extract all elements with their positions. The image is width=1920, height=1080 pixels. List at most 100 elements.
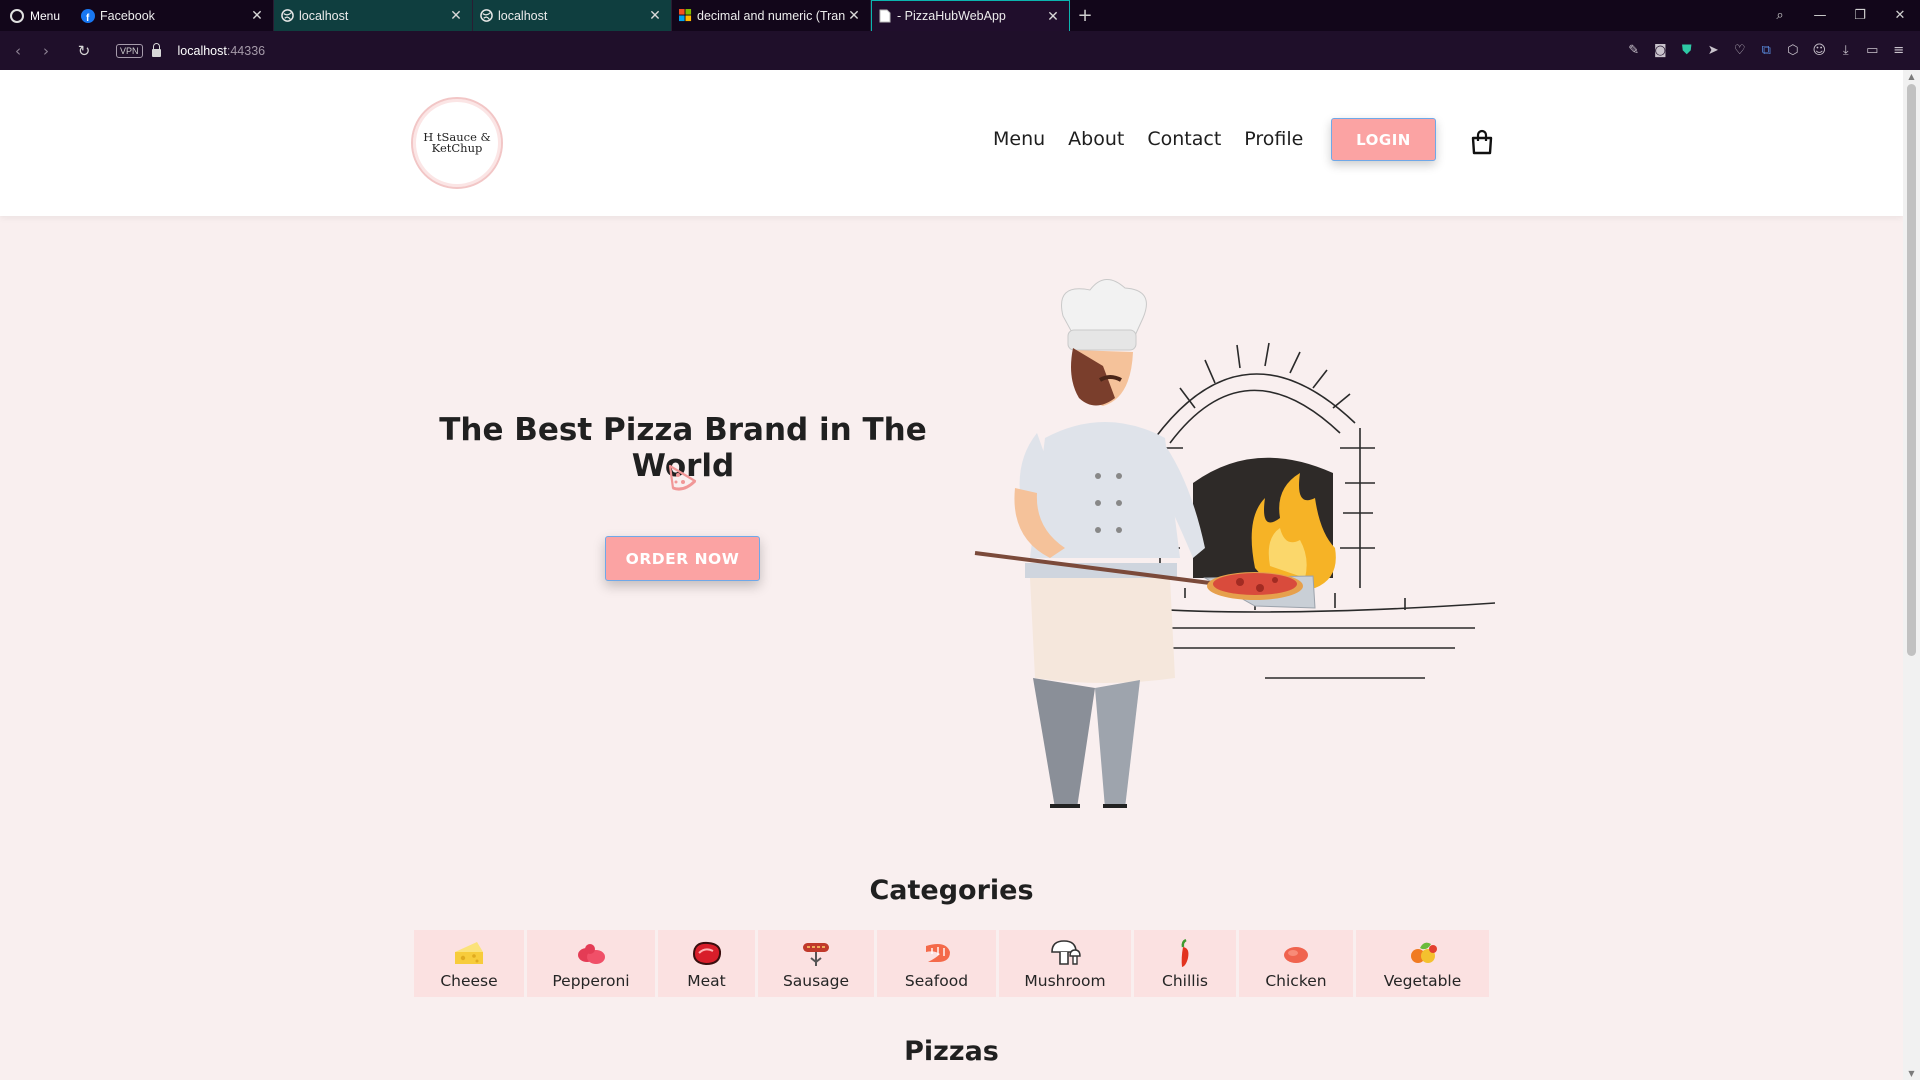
category-chicken[interactable]: Chicken [1239, 930, 1353, 997]
shopping-bag-icon[interactable] [1469, 129, 1495, 155]
opera-logo-icon [10, 8, 24, 23]
category-label: Sausage [782, 972, 850, 990]
category-label: Vegetable [1383, 972, 1462, 990]
battery-icon[interactable]: ▭ [1859, 43, 1886, 58]
tab-localhost-2[interactable]: localhost ✕ [473, 0, 672, 31]
main-nav: Menu About Contact Profile [993, 128, 1303, 150]
globe-icon [280, 9, 294, 23]
site-header: H tSauce & KetChup Menu About Contact Pr… [0, 70, 1903, 216]
chef-oven-illustration [955, 248, 1496, 808]
page-scrollbar[interactable]: ▲ ▼ [1903, 70, 1920, 1080]
new-tab-button[interactable]: + [1070, 0, 1100, 31]
meat-icon [692, 941, 721, 966]
restore-icon[interactable]: ❐ [1840, 8, 1880, 23]
translate-icon[interactable]: ⧉ [1753, 43, 1780, 58]
close-icon[interactable]: ✕ [1045, 8, 1061, 25]
categories-title: Categories [869, 875, 1034, 906]
nav-profile[interactable]: Profile [1244, 128, 1303, 150]
nav-contact[interactable]: Contact [1147, 128, 1221, 150]
cheese-icon [455, 942, 483, 964]
minimize-icon[interactable]: — [1800, 8, 1840, 23]
order-now-button[interactable]: ORDER NOW [605, 536, 760, 581]
category-seafood[interactable]: Seafood [877, 930, 996, 997]
category-vegetable[interactable]: Vegetable [1356, 930, 1489, 997]
document-icon [878, 9, 892, 23]
edit-icon[interactable]: ✎ [1621, 43, 1648, 58]
browser-toolbar-icons: ✎ ◙ ⛊ ➤ ♡ ⧉ ⬡ ☺ ⤓ ▭ ≡ [1621, 31, 1913, 70]
url-host: localhost [177, 43, 227, 58]
site-logo[interactable]: H tSauce & KetChup [411, 97, 503, 189]
category-label: Cheese [440, 972, 498, 990]
shield-icon[interactable]: ⛊ [1674, 43, 1701, 58]
category-list: Cheese Pepperoni Meat Sausage Seafood Mu… [414, 930, 1489, 997]
url-port: :44336 [226, 43, 266, 58]
category-label: Mushroom [1024, 972, 1106, 990]
tab-facebook[interactable]: f Facebook ✕ [75, 0, 274, 31]
category-cheese[interactable]: Cheese [414, 930, 524, 997]
download-icon[interactable]: ⤓ [1833, 43, 1860, 58]
tab-title: Facebook [100, 8, 155, 23]
lock-icon[interactable] [151, 42, 161, 57]
logo-text: H tSauce & KetChup [422, 131, 492, 155]
cube-icon[interactable]: ⬡ [1780, 43, 1807, 58]
category-label: Meat [687, 972, 726, 990]
camera-icon[interactable]: ◙ [1647, 43, 1674, 58]
login-button[interactable]: LOGIN [1331, 118, 1436, 161]
page-viewport: H tSauce & KetChup Menu About Contact Pr… [0, 70, 1903, 1080]
category-label: Chillis [1162, 972, 1208, 990]
shrimp-icon [925, 944, 950, 962]
reload-icon[interactable]: ↻ [70, 42, 98, 60]
category-chillis[interactable]: Chillis [1134, 930, 1236, 997]
nav-menu[interactable]: Menu [993, 128, 1045, 150]
close-icon[interactable]: ✕ [448, 7, 464, 24]
logo-text-line2: KetChup [431, 141, 483, 155]
browser-menu-label: Menu [30, 8, 61, 23]
window-controls: ⌕ — ❐ ✕ [1760, 0, 1920, 31]
facebook-icon: f [81, 8, 95, 23]
tab-title: localhost [299, 8, 349, 23]
account-icon[interactable]: ☺ [1806, 43, 1833, 58]
close-window-icon[interactable]: ✕ [1880, 8, 1920, 23]
close-icon[interactable]: ✕ [647, 7, 663, 24]
address-bar: ‹ › ↻ VPN localhost:44336 ✎ ◙ ⛊ ➤ ♡ ⧉ ⬡ … [0, 31, 1920, 70]
chicken-icon [1284, 947, 1308, 963]
mushroom-icon [1051, 940, 1081, 965]
chilli-icon [1181, 938, 1189, 967]
scroll-down-icon[interactable]: ▼ [1903, 1069, 1920, 1078]
vpn-badge[interactable]: VPN [116, 43, 143, 58]
sausage-icon [803, 943, 829, 966]
pepperoni-icon [578, 944, 605, 964]
browser-menu-button[interactable]: Menu [0, 0, 75, 31]
tab-title: localhost [498, 8, 548, 23]
category-mushroom[interactable]: Mushroom [999, 930, 1131, 997]
microsoft-icon [678, 9, 692, 23]
category-sausage[interactable]: Sausage [758, 930, 874, 997]
heart-icon[interactable]: ♡ [1727, 43, 1754, 58]
vegetable-icon [1410, 942, 1437, 963]
forward-icon[interactable]: › [32, 42, 60, 60]
sidebar-menu-icon[interactable]: ≡ [1886, 43, 1913, 58]
tab-title: - PizzaHubWebApp [897, 9, 1006, 23]
nav-about[interactable]: About [1068, 128, 1124, 150]
pizzas-title: Pizzas [904, 1036, 999, 1067]
tab-localhost-1[interactable]: localhost ✕ [274, 0, 473, 31]
category-meat[interactable]: Meat [658, 930, 755, 997]
tab-pizzahub[interactable]: - PizzaHubWebApp ✕ [871, 0, 1070, 31]
category-label: Chicken [1265, 972, 1327, 990]
send-icon[interactable]: ➤ [1700, 43, 1727, 58]
pizza-slice-icon [665, 462, 699, 494]
back-icon[interactable]: ‹ [4, 42, 32, 60]
browser-tab-bar: Menu f Facebook ✕ localhost ✕ localhost … [0, 0, 1920, 31]
tab-decimal-numeric[interactable]: decimal and numeric (Tran ✕ [672, 0, 871, 31]
close-icon[interactable]: ✕ [846, 7, 862, 24]
close-icon[interactable]: ✕ [249, 7, 265, 24]
tab-title: decimal and numeric (Tran [697, 8, 846, 23]
globe-icon [479, 9, 493, 23]
scrollbar-thumb[interactable] [1907, 84, 1916, 656]
url-field[interactable]: localhost:44336 [178, 44, 266, 58]
category-label: Pepperoni [552, 972, 630, 990]
search-icon[interactable]: ⌕ [1760, 8, 1800, 23]
scroll-up-icon[interactable]: ▲ [1903, 72, 1920, 81]
category-pepperoni[interactable]: Pepperoni [527, 930, 655, 997]
category-label: Seafood [904, 972, 969, 990]
